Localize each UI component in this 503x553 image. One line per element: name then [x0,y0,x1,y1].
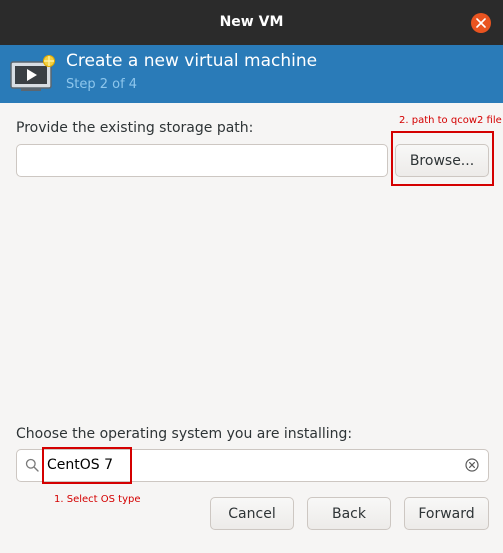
wizard-step: Step 2 of 4 [66,77,138,92]
forward-button[interactable]: Forward [404,497,489,530]
annotation-os-hint: 1. Select OS type [54,494,141,505]
annotation-box-os [42,447,132,484]
annotation-box-browse [391,131,494,186]
os-label: Choose the operating system you are inst… [16,426,353,442]
wizard-header: Create a new virtual machine Step 2 of 4 [0,45,503,103]
annotation-path-hint: 2. path to qcow2 file [399,115,502,126]
storage-path-input[interactable] [16,144,388,177]
close-icon [476,18,486,28]
wizard-title: Create a new virtual machine [66,51,318,71]
clear-icon[interactable] [465,458,479,472]
close-button[interactable] [471,13,491,33]
window-titlebar: New VM [0,0,503,46]
search-icon [25,458,39,472]
window-title: New VM [219,14,284,30]
cancel-button[interactable]: Cancel [210,497,294,530]
back-button[interactable]: Back [307,497,391,530]
storage-path-label: Provide the existing storage path: [16,120,254,136]
virtual-machine-icon [9,54,57,98]
